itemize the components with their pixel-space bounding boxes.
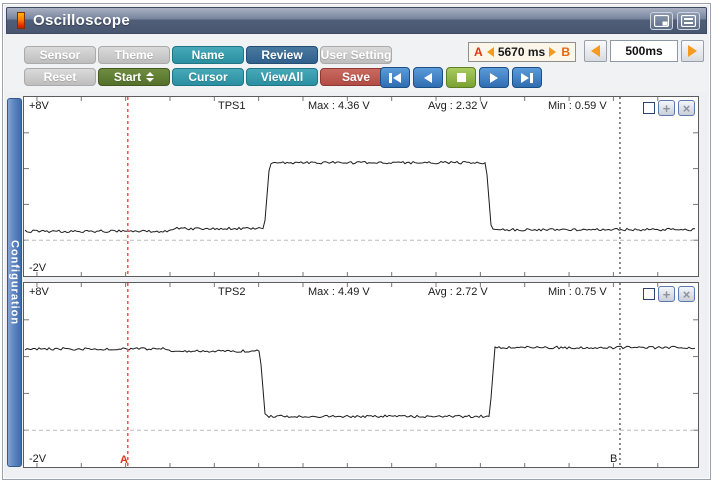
panel-controls: + × <box>643 286 695 302</box>
skip-to-end-button[interactable] <box>512 67 542 88</box>
scope-panel-tps1: +8V TPS1 Max : 4.36 V Avg : 2.32 V Min :… <box>23 96 699 277</box>
stop-icon <box>456 73 466 82</box>
timebase-increase-button[interactable] <box>681 40 704 62</box>
titlebar-buttons <box>650 11 700 30</box>
skip-end-icon <box>521 72 529 83</box>
toolbar-row-2: Reset Start Cursor ViewAll Save <box>24 68 392 86</box>
channel-visible-checkbox[interactable] <box>643 288 655 300</box>
skip-start-icon <box>389 72 392 83</box>
playback-controls <box>380 67 542 88</box>
cursor-a-tag: A <box>474 45 483 59</box>
configuration-tab[interactable]: Configuration <box>7 98 22 467</box>
cursor-b-tag: B <box>561 45 570 59</box>
theme-button[interactable]: Theme <box>98 46 170 64</box>
play-icon <box>490 72 498 83</box>
zoom-plus-button[interactable]: + <box>658 100 675 116</box>
a-left-arrow-icon[interactable] <box>486 47 494 57</box>
start-button[interactable]: Start <box>98 68 170 86</box>
viewall-button[interactable]: ViewAll <box>246 68 318 86</box>
name-button[interactable]: Name <box>172 46 244 64</box>
timebase-value[interactable]: 500ms <box>610 40 678 62</box>
cursor-b-label[interactable]: B <box>610 453 617 465</box>
timebase-decrease-button[interactable] <box>584 40 607 62</box>
oscilloscope-window: Oscilloscope Sensor Theme Name Review Us… <box>2 3 711 480</box>
window-mode-icon[interactable] <box>650 11 673 30</box>
sensor-button[interactable]: Sensor <box>24 46 96 64</box>
layout-list-icon[interactable] <box>677 11 700 30</box>
b-right-arrow-icon[interactable] <box>549 47 557 57</box>
ab-time-readout: A 5670 ms B <box>468 42 576 62</box>
window-title: Oscilloscope <box>33 12 130 29</box>
start-spinner-icon[interactable] <box>146 72 155 82</box>
waveform-plot-tps2[interactable] <box>24 283 698 467</box>
review-button[interactable]: Review <box>246 46 318 64</box>
stop-button[interactable] <box>446 67 476 88</box>
app-icon <box>17 12 25 29</box>
content-area: Configuration +8V TPS1 Max : 4.36 V Avg … <box>6 94 707 476</box>
toolbar-row-1: Sensor Theme Name Review User Setting <box>24 46 392 64</box>
timebase-selector: 500ms <box>584 40 704 62</box>
right-arrow-icon <box>688 45 697 57</box>
close-panel-button[interactable]: × <box>678 100 695 116</box>
cursor-a-label[interactable]: A <box>120 454 128 466</box>
scope-panels: +8V TPS1 Max : 4.36 V Avg : 2.32 V Min :… <box>23 96 699 468</box>
zoom-plus-button[interactable]: + <box>658 286 675 302</box>
cursor-button[interactable]: Cursor <box>172 68 244 86</box>
play-button[interactable] <box>479 67 509 88</box>
waveform-plot-tps1[interactable] <box>24 97 698 276</box>
back-icon <box>424 72 432 83</box>
user-setting-button[interactable]: User Setting <box>320 46 392 64</box>
toolbar: Sensor Theme Name Review User Setting Re… <box>6 34 707 92</box>
ab-delta-value: 5670 ms <box>497 45 546 59</box>
scope-panel-tps2: +8V TPS2 Max : 4.49 V Avg : 2.72 V Min :… <box>23 282 699 468</box>
skip-to-start-button[interactable] <box>380 67 410 88</box>
left-arrow-icon <box>591 45 600 57</box>
screen: Oscilloscope Sensor Theme Name Review Us… <box>0 0 713 483</box>
reset-button[interactable]: Reset <box>24 68 96 86</box>
channel-visible-checkbox[interactable] <box>643 102 655 114</box>
step-back-button[interactable] <box>413 67 443 88</box>
titlebar: Oscilloscope <box>6 7 707 34</box>
panel-controls: + × <box>643 100 695 116</box>
close-panel-button[interactable]: × <box>678 286 695 302</box>
configuration-tab-label: Configuration <box>8 239 21 326</box>
